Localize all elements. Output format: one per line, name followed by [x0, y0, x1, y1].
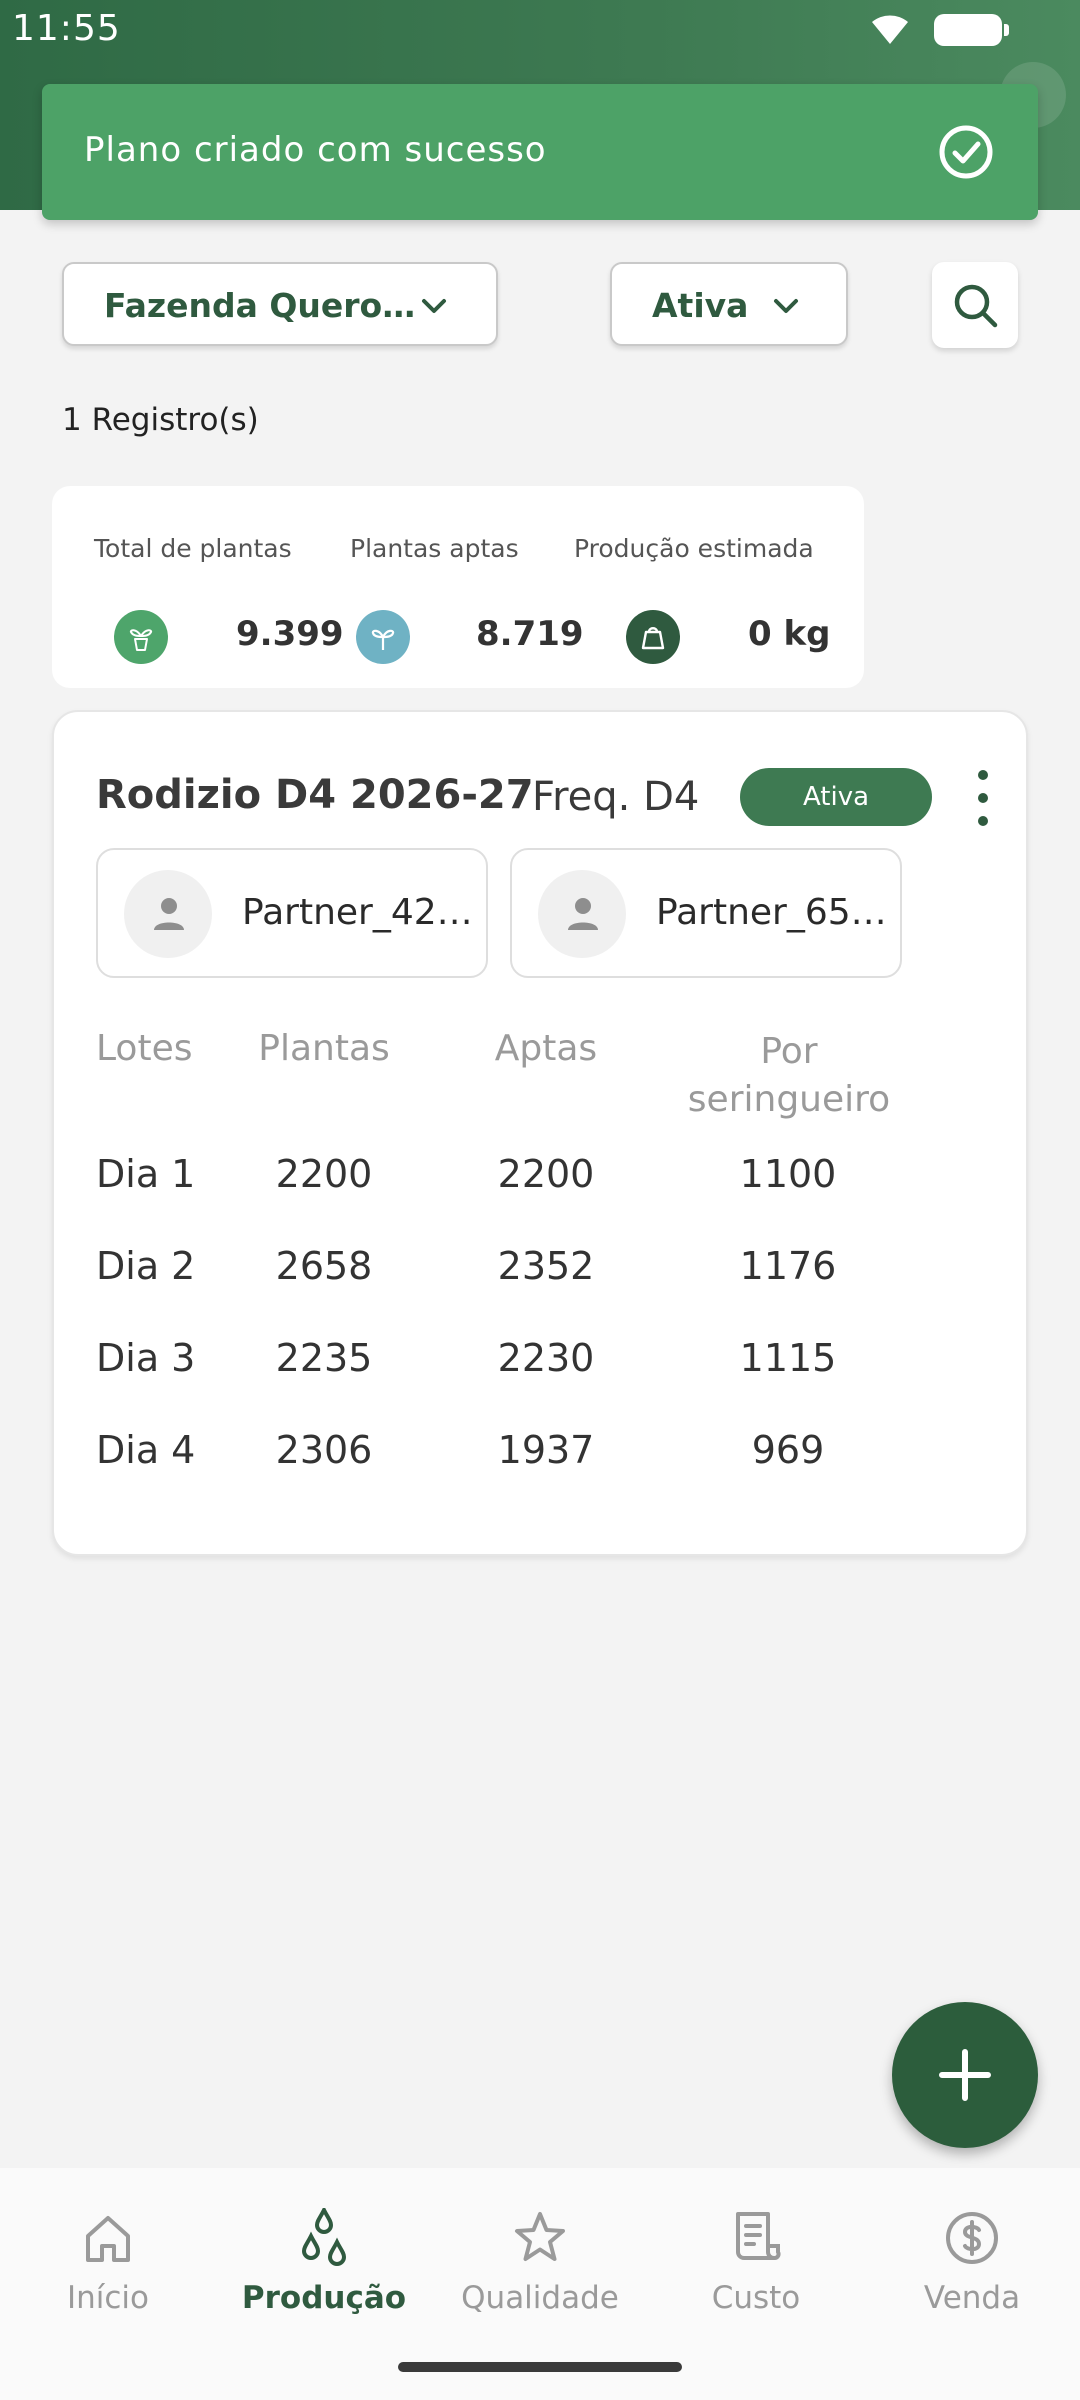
summary-producao-value: 0 kg — [748, 614, 831, 654]
plan-frequency: Freq. D4 — [532, 774, 700, 820]
farm-dropdown[interactable]: Fazenda Quero… — [62, 262, 498, 346]
summary-total-value: 9.399 — [236, 614, 344, 654]
sprout-icon — [356, 610, 410, 664]
weight-bag-icon — [626, 610, 680, 664]
avatar — [124, 870, 212, 958]
dollar-coin-icon — [946, 2212, 998, 2264]
home-icon — [86, 2216, 130, 2262]
table-cell-por-seringueiro: 1176 — [739, 1244, 837, 1288]
table-cell-aptas: 2200 — [497, 1152, 595, 1196]
plant-pot-icon — [114, 610, 168, 664]
home-indicator[interactable] — [398, 2362, 682, 2372]
status-dropdown[interactable]: Ativa — [610, 262, 848, 346]
table-cell-lote: Dia 3 — [96, 1336, 196, 1380]
chevron-down-icon — [770, 290, 802, 330]
table-header-plantas: Plantas — [258, 1028, 390, 1069]
table-cell-aptas: 2352 — [497, 1244, 595, 1288]
status-time: 11:55 — [12, 8, 121, 49]
table-cell-plantas: 2306 — [275, 1428, 373, 1472]
farm-dropdown-label: Fazenda Quero… — [104, 286, 416, 325]
nav-label: Produção — [241, 2280, 407, 2316]
wifi-icon — [868, 10, 912, 55]
summary-card: Total de plantas 9.399 Plantas aptas 8.7… — [52, 486, 864, 688]
battery-icon — [934, 14, 1009, 46]
table-cell-por-seringueiro: 1100 — [739, 1152, 837, 1196]
status-bar: 11:55 — [0, 0, 1080, 60]
drops-icon — [301, 2208, 347, 2266]
plan-card[interactable]: Rodizio D4 2026-27 Freq. D4 Ativa Partne… — [52, 710, 1028, 1556]
snackbar-message: Plano criado com sucesso — [84, 130, 547, 170]
plan-title: Rodizio D4 2026-27 — [96, 772, 534, 818]
nav-item-venda[interactable]: Venda — [882, 2208, 1062, 2328]
nav-item-custo[interactable]: Custo — [666, 2208, 846, 2328]
table-cell-aptas: 2230 — [497, 1336, 595, 1380]
table-cell-lote: Dia 4 — [96, 1428, 196, 1472]
nav-item-producao[interactable]: Produção — [234, 2208, 414, 2328]
table-cell-lote: Dia 1 — [96, 1152, 196, 1196]
chevron-down-icon — [418, 290, 450, 330]
partner-name: Partner_42… — [242, 892, 473, 933]
avatar — [538, 870, 626, 958]
table-cell-lote: Dia 2 — [96, 1244, 196, 1288]
table-cell-por-seringueiro: 969 — [751, 1428, 825, 1472]
success-snackbar: Plano criado com sucesso — [42, 84, 1038, 220]
table-cell-plantas: 2235 — [275, 1336, 373, 1380]
table-header-aptas: Aptas — [494, 1028, 598, 1069]
partner-chip[interactable]: Partner_65… — [510, 848, 902, 978]
summary-total-label: Total de plantas — [94, 534, 292, 563]
nav-item-qualidade[interactable]: Qualidade — [450, 2208, 630, 2328]
table-cell-plantas: 2200 — [275, 1152, 373, 1196]
status-dropdown-label: Ativa — [652, 286, 749, 325]
table-cell-plantas: 2658 — [275, 1244, 373, 1288]
status-badge: Ativa — [740, 768, 932, 826]
more-vert-icon[interactable] — [968, 770, 998, 826]
partner-chip[interactable]: Partner_42… — [96, 848, 488, 978]
records-count: 1 Registro(s) — [62, 402, 259, 438]
table-header-por-seringueiro: Por seringueiro — [687, 1031, 891, 1120]
nav-label: Venda — [923, 2280, 1021, 2316]
table-cell-por-seringueiro: 1115 — [739, 1336, 837, 1380]
summary-producao-label: Produção estimada — [574, 534, 814, 563]
partner-name: Partner_65… — [656, 892, 887, 933]
table-cell-aptas: 1937 — [497, 1428, 595, 1472]
nav-label: Qualidade — [461, 2280, 619, 2316]
star-icon — [515, 2212, 565, 2261]
receipt-icon — [736, 2212, 781, 2260]
add-plan-button[interactable] — [892, 2002, 1038, 2148]
nav-item-inicio[interactable]: Início — [18, 2208, 198, 2328]
summary-aptas-value: 8.719 — [476, 614, 584, 654]
nav-label: Custo — [711, 2280, 801, 2316]
nav-label: Início — [66, 2280, 150, 2316]
check-circle-icon — [938, 124, 994, 184]
search-button[interactable] — [932, 262, 1018, 348]
summary-aptas-label: Plantas aptas — [350, 534, 519, 563]
table-header-lotes: Lotes — [96, 1028, 193, 1069]
